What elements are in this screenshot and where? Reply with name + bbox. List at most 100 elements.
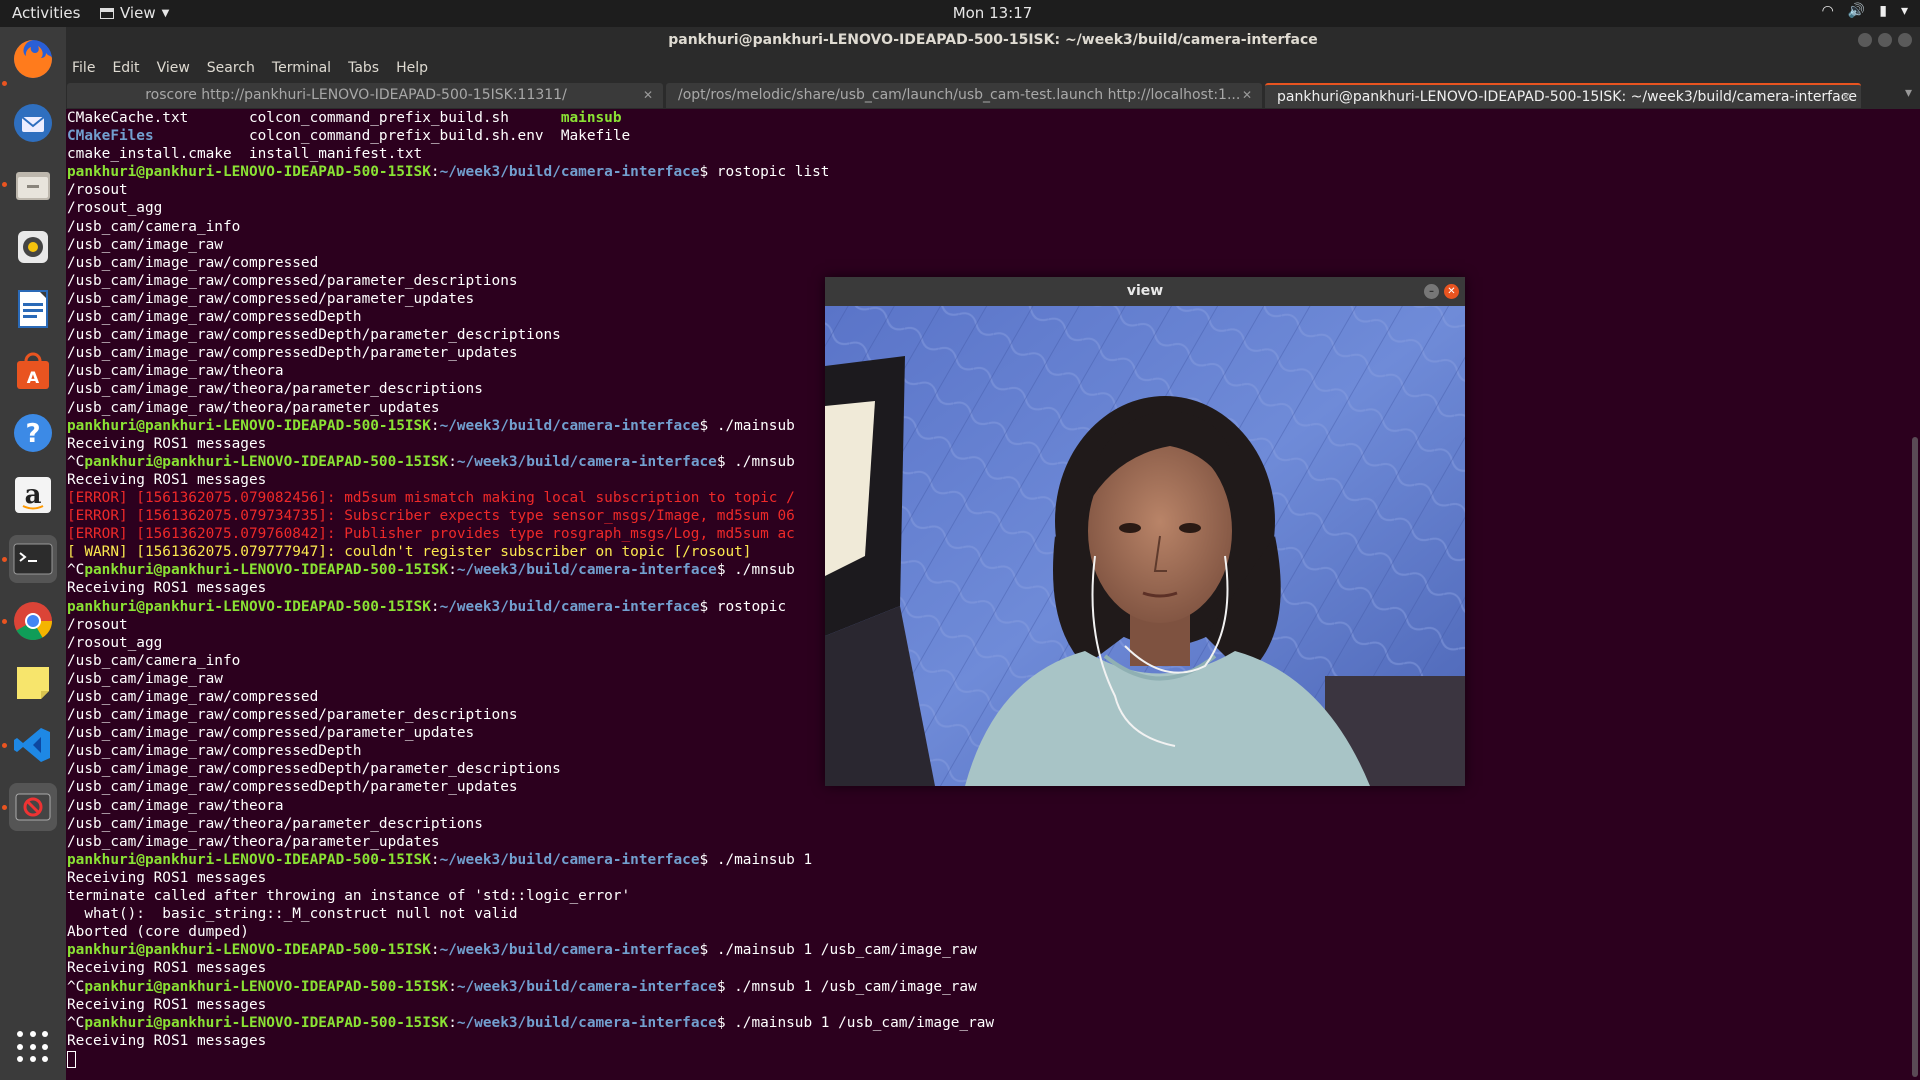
ls-entry: CMakeFiles [67, 128, 154, 145]
view-window-title: view [1126, 283, 1164, 299]
terminal-line: ^Cpankhuri@pankhuri-LENOVO-IDEAPAD-500-1… [67, 1014, 995, 1031]
ls-entry: colcon_command_prefix_build.sh [248, 110, 561, 126]
terminal-icon[interactable] [9, 535, 57, 583]
output-text: /usb_cam/image_raw/compressedDepth/param… [67, 327, 561, 344]
terminal-line: Aborted (core dumped) [67, 923, 1907, 941]
clock[interactable]: Mon 13:17 [0, 4, 1920, 22]
menu-file[interactable]: File [72, 60, 95, 76]
error-text: [ERROR] [1561362075.079734735]: Subscrib… [67, 508, 795, 525]
output-text: Receiving ROS1 messages [67, 1032, 267, 1049]
ls-entry: CMakeCache.txt [67, 110, 249, 126]
output-text: /usb_cam/image_raw/theora [67, 797, 284, 814]
command-text: ./mnsub [725, 562, 795, 579]
output-text: /usb_cam/image_raw/compressedDepth [67, 743, 362, 760]
output-text: /usb_cam/image_raw/theora/parameter_desc… [67, 815, 483, 832]
terminal-line: /usb_cam/image_raw/compressed [67, 254, 1907, 272]
error-text: [ERROR] [1561362075.079082456]: md5sum m… [67, 489, 795, 506]
svg-text:?: ? [25, 419, 40, 449]
close-icon[interactable]: ✕ [1444, 284, 1459, 299]
prompt-user: pankhuri@pankhuri-LENOVO-IDEAPAD-500-15I… [84, 453, 449, 470]
terminal-line: Receiving ROS1 messages [67, 996, 1907, 1014]
terminal-line: what(): basic_string::_M_construct null … [67, 905, 1907, 923]
amazon-icon[interactable]: a [9, 471, 57, 519]
tab-usb-cam-launch[interactable]: /opt/ros/melodic/share/usb_cam/launch/us… [666, 83, 1262, 108]
output-text: cmake_install.cmake install_manifest.txt [67, 146, 423, 163]
tab-label: pankhuri@pankhuri-LENOVO-IDEAPAD-500-15I… [1277, 89, 1858, 105]
software-center-icon[interactable]: A [9, 347, 57, 395]
blocked-app-icon[interactable] [9, 783, 57, 831]
thunderbird-icon[interactable] [9, 99, 57, 147]
minimize-icon[interactable]: – [1424, 284, 1439, 299]
output-text: /usb_cam/image_raw/compressed/parameter_… [67, 290, 475, 307]
firefox-icon[interactable] [9, 35, 57, 83]
vscode-icon[interactable] [9, 721, 57, 769]
menu-help[interactable]: Help [396, 60, 428, 76]
menu-terminal[interactable]: Terminal [272, 60, 331, 76]
minimize-icon[interactable] [1858, 33, 1872, 47]
window-title-bar[interactable]: pankhuri@pankhuri-LENOVO-IDEAPAD-500-15I… [66, 27, 1920, 54]
help-icon[interactable]: ? [9, 409, 57, 457]
menu-edit[interactable]: Edit [112, 60, 139, 76]
system-tray[interactable]: ◠ 🔊 ▮ ▾ [1822, 3, 1908, 19]
terminal-line: /rosout [67, 181, 1907, 199]
output-text: /rosout [67, 616, 128, 633]
prompt-path: ~/week3/build/camera-interface [439, 164, 700, 181]
show-applications-icon[interactable] [17, 1031, 49, 1063]
view-title-bar[interactable]: view – ✕ [825, 277, 1465, 306]
files-icon[interactable] [9, 161, 57, 209]
command-text: ./mainsub [708, 417, 795, 434]
output-text: /usb_cam/image_raw/compressed [67, 689, 319, 705]
terminal-line: pankhuri@pankhuri-LENOVO-IDEAPAD-500-15I… [67, 942, 977, 959]
error-text: [ERROR] [1561362075.079760842]: Publishe… [67, 526, 795, 543]
maximize-icon[interactable] [1878, 33, 1892, 47]
output-text: Receiving ROS1 messages [67, 580, 267, 597]
terminal-line: terminate called after throwing an insta… [67, 887, 1907, 905]
wifi-icon[interactable]: ◠ [1822, 3, 1834, 19]
terminal-line: /usb_cam/image_raw/theora/parameter_upda… [67, 833, 1907, 851]
new-tab-menu-icon[interactable]: ▾ [1905, 85, 1912, 101]
menu-view[interactable]: View [157, 60, 190, 76]
prompt-user: pankhuri@pankhuri-LENOVO-IDEAPAD-500-15I… [84, 1014, 449, 1031]
menu-tabs[interactable]: Tabs [348, 60, 379, 76]
tab-roscore[interactable]: roscore http://pankhuri-LENOVO-IDEAPAD-5… [67, 83, 663, 108]
menu-search[interactable]: Search [207, 60, 255, 76]
terminal-line: /usb_cam/camera_info [67, 218, 1907, 236]
terminal-line: /usb_cam/image_raw/theora [67, 797, 1907, 815]
command-text: ./mnsub 1 /usb_cam/image_raw [725, 978, 977, 995]
output-text: /usb_cam/image_raw/theora/parameter_upda… [67, 833, 440, 850]
tab-close-icon[interactable]: ✕ [643, 83, 653, 108]
output-text: /usb_cam/image_raw/compressedDepth/param… [67, 761, 561, 778]
svg-text:A: A [27, 368, 40, 387]
prompt-user: pankhuri@pankhuri-LENOVO-IDEAPAD-500-15I… [84, 562, 449, 579]
terminal-line: Receiving ROS1 messages [67, 1032, 1907, 1050]
output-text: Receiving ROS1 messages [67, 869, 267, 886]
prompt-path: ~/week3/build/camera-interface [456, 562, 717, 579]
webcam-frame [825, 306, 1465, 786]
tab-close-icon[interactable]: ✕ [1242, 83, 1252, 108]
tab-camera-interface[interactable]: pankhuri@pankhuri-LENOVO-IDEAPAD-500-15I… [1265, 83, 1861, 108]
volume-icon[interactable]: 🔊 [1848, 3, 1865, 19]
battery-icon[interactable]: ▮ [1879, 3, 1887, 19]
output-text: Receiving ROS1 messages [67, 471, 267, 488]
interrupt-marker: ^C [67, 1014, 85, 1031]
prompt-path: ~/week3/build/camera-interface [456, 1014, 717, 1031]
libreoffice-writer-icon[interactable] [9, 285, 57, 333]
chrome-icon[interactable] [9, 597, 57, 645]
output-text: /usb_cam/image_raw/compressedDepth/param… [67, 779, 518, 796]
tab-bar: roscore http://pankhuri-LENOVO-IDEAPAD-5… [66, 81, 1920, 109]
terminal-line: Receiving ROS1 messages [67, 869, 1907, 887]
sticky-notes-icon[interactable] [9, 659, 57, 707]
close-icon[interactable] [1898, 33, 1912, 47]
tab-close-icon[interactable]: ✕ [1841, 85, 1851, 108]
output-text: /usb_cam/camera_info [67, 218, 241, 235]
dock: A ? a [0, 27, 66, 1080]
terminal-line [67, 1050, 1907, 1068]
tab-label: /opt/ros/melodic/share/usb_cam/launch/us… [678, 87, 1241, 103]
command-text: rostopic [708, 598, 787, 615]
command-text: ./mnsub [725, 453, 795, 470]
system-menu-caret-icon[interactable]: ▾ [1901, 3, 1908, 19]
rhythmbox-icon[interactable] [9, 223, 57, 271]
output-text: Aborted (core dumped) [67, 924, 249, 941]
scrollbar[interactable] [1912, 437, 1918, 1077]
output-text: /usb_cam/image_raw [67, 670, 223, 687]
